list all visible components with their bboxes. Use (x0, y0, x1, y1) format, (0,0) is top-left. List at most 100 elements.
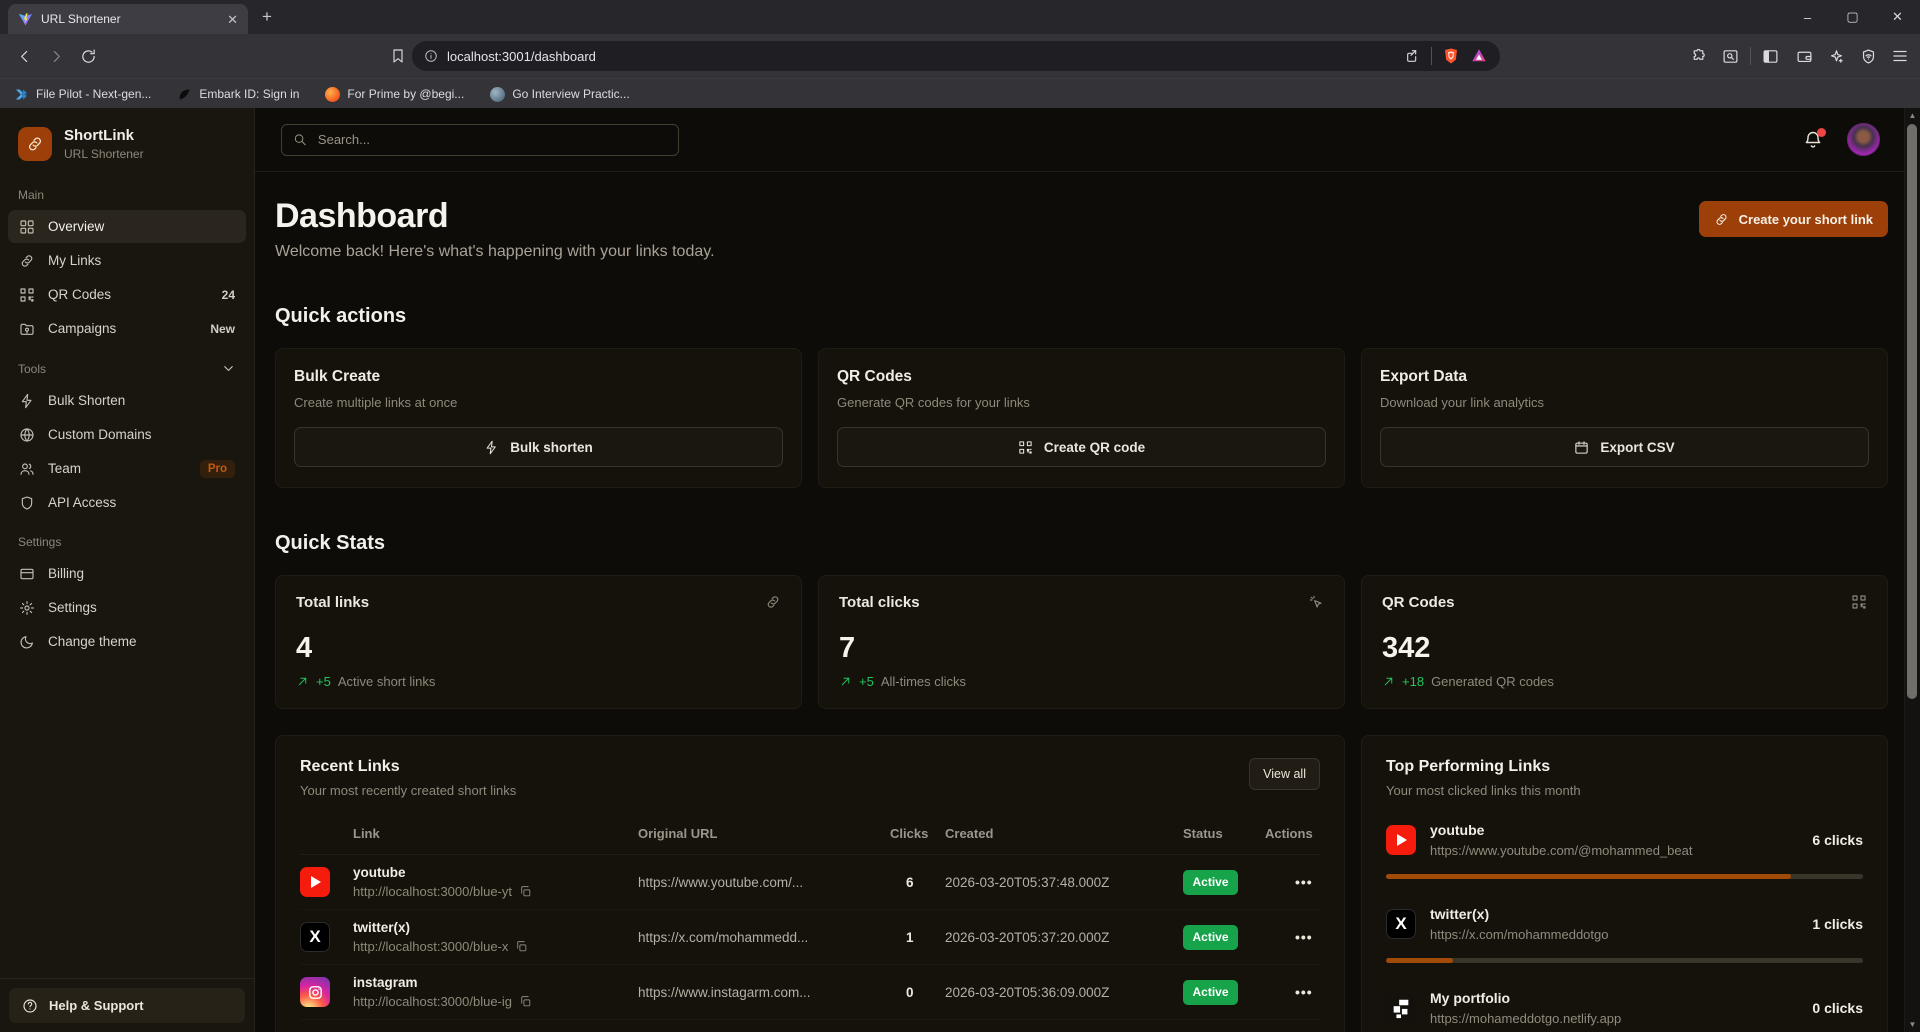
sidebar-item-billing[interactable]: Billing (8, 557, 246, 590)
card-title: Bulk Create (294, 368, 783, 386)
calendar-icon (1574, 440, 1589, 455)
card-title: Export Data (1380, 368, 1869, 386)
menu-icon[interactable] (1886, 42, 1914, 70)
sidebar-toggle-icon[interactable] (1756, 42, 1784, 70)
click-icon (1308, 594, 1324, 610)
view-all-button[interactable]: View all (1249, 758, 1320, 790)
copy-icon[interactable] (515, 940, 528, 953)
bookmark-icon[interactable] (384, 42, 412, 70)
link-icon (19, 253, 35, 269)
short-url[interactable]: http://localhost:3000/blue-x (353, 939, 508, 954)
bookmark-embark[interactable]: Embark ID: Sign in (177, 87, 299, 102)
link-name[interactable]: instagram (353, 975, 638, 990)
top-link-item[interactable]: youtube https://www.youtube.com/@mohamme… (1386, 822, 1863, 879)
vpn-shield-icon[interactable] (1854, 42, 1882, 70)
search-icon (293, 132, 307, 147)
reload-button[interactable] (74, 42, 102, 70)
trend-up-icon (839, 675, 852, 688)
card-description: Create multiple links at once (294, 395, 783, 410)
quick-actions-heading: Quick actions (275, 305, 1888, 328)
sidebar-item-settings[interactable]: Settings (8, 591, 246, 624)
bookmark-go-interview[interactable]: Go Interview Practic... (490, 87, 629, 102)
page-scrollbar[interactable]: ▲ ▼ (1904, 108, 1920, 1032)
scroll-up-arrow[interactable]: ▲ (1905, 111, 1920, 120)
scroll-down-arrow[interactable]: ▼ (1905, 1020, 1920, 1029)
link-name[interactable]: youtube (353, 865, 638, 880)
search-input[interactable] (316, 131, 667, 148)
row-actions-button[interactable]: ••• (1265, 874, 1320, 890)
stat-title: Total clicks (839, 594, 920, 611)
create-qr-code-button[interactable]: Create QR code (837, 427, 1326, 467)
chevron-down-icon[interactable] (221, 361, 236, 376)
share-icon[interactable] (1405, 48, 1421, 64)
bookmark-file-pilot[interactable]: File Pilot - Next-gen... (14, 87, 151, 102)
new-tab-button[interactable]: + (262, 7, 272, 27)
row-actions-button[interactable]: ••• (1265, 929, 1320, 945)
moon-icon (19, 634, 35, 650)
top-link-clicks: 0 clicks (1812, 1000, 1863, 1016)
quick-action-qr-codes: QR Codes Generate QR codes for your link… (818, 348, 1345, 488)
short-url[interactable]: http://localhost:3000/blue-yt (353, 884, 512, 899)
new-badge: New (210, 322, 235, 336)
copy-icon[interactable] (519, 885, 532, 898)
sidebar-item-change-theme[interactable]: Change theme (8, 625, 246, 658)
link-name[interactable]: twitter(x) (353, 920, 638, 935)
search-tabs-icon[interactable] (1716, 42, 1744, 70)
sidebar-item-campaigns[interactable]: Campaigns New (8, 312, 246, 345)
back-button[interactable] (10, 42, 38, 70)
clicks-count: 1 (890, 930, 945, 945)
export-csv-button[interactable]: Export CSV (1380, 427, 1869, 467)
brave-rewards-icon[interactable] (1470, 47, 1488, 65)
leo-ai-icon[interactable] (1822, 42, 1850, 70)
stat-value: 4 (296, 632, 781, 665)
top-link-item[interactable]: X twitter(x) https://x.com/mohammeddotgo… (1386, 906, 1863, 963)
go-interview-favicon (490, 87, 505, 102)
sidebar-footer: Help & Support (0, 978, 254, 1032)
top-link-clicks: 6 clicks (1812, 832, 1863, 848)
brave-shield-icon[interactable] (1442, 47, 1460, 65)
tab-close-icon[interactable]: ✕ (227, 13, 238, 26)
window-close-button[interactable]: ✕ (1875, 0, 1920, 34)
sidebar-item-api-access[interactable]: API Access (8, 486, 246, 519)
table-row: youtube http://localhost:3000/blue-yt ht… (300, 855, 1320, 910)
copy-icon[interactable] (519, 995, 532, 1008)
sidebar-item-custom-domains[interactable]: Custom Domains (8, 418, 246, 451)
sidebar-item-overview[interactable]: Overview (8, 210, 246, 243)
original-url[interactable]: https://www.instagarm.com... (638, 985, 890, 1000)
sidebar-item-team[interactable]: Team Pro (8, 452, 246, 485)
quick-action-bulk-create: Bulk Create Create multiple links at onc… (275, 348, 802, 488)
search-box[interactable] (281, 124, 679, 156)
extensions-icon[interactable] (1684, 42, 1712, 70)
original-url[interactable]: https://www.youtube.com/... (638, 875, 890, 890)
help-icon (22, 998, 38, 1014)
scrollbar-thumb[interactable] (1907, 124, 1917, 699)
help-support-button[interactable]: Help & Support (9, 988, 245, 1023)
notifications-button[interactable] (1803, 130, 1823, 150)
bulk-shorten-button[interactable]: Bulk shorten (294, 427, 783, 467)
window-maximize-button[interactable]: ▢ (1830, 0, 1875, 34)
original-url[interactable]: https://x.com/mohammedd... (638, 930, 890, 945)
avatar[interactable] (1847, 123, 1880, 156)
sidebar-item-bulk-shorten[interactable]: Bulk Shorten (8, 384, 246, 417)
stat-caption: All-times clicks (881, 674, 966, 689)
short-url[interactable]: http://localhost:3000/blue-ig (353, 994, 512, 1009)
wallet-icon[interactable] (1790, 42, 1818, 70)
forward-button[interactable] (42, 42, 70, 70)
bookmark-for-prime[interactable]: For Prime by @begi... (325, 87, 464, 102)
row-actions-button[interactable]: ••• (1265, 984, 1320, 1000)
sidebar-item-label: Overview (48, 219, 104, 234)
stat-total-links: Total links 4 +5 Active short links (275, 575, 802, 709)
top-link-item[interactable]: My portfolio https://mohameddotgo.netlif… (1386, 990, 1863, 1032)
status-badge: Active (1183, 925, 1238, 950)
site-info-icon[interactable] (424, 49, 438, 63)
url-bar[interactable]: localhost:3001/dashboard (412, 41, 1500, 71)
window-minimize-button[interactable]: – (1785, 0, 1830, 34)
sidebar-item-my-links[interactable]: My Links (8, 244, 246, 277)
main-area: Dashboard Welcome back! Here's what's ha… (255, 108, 1920, 1032)
browser-tab[interactable]: URL Shortener ✕ (8, 4, 248, 34)
urlbar-separator (1431, 47, 1432, 65)
stat-caption: Generated QR codes (1431, 674, 1554, 689)
sidebar-item-qr-codes[interactable]: QR Codes 24 (8, 278, 246, 311)
url-text[interactable]: localhost:3001/dashboard (447, 49, 1396, 64)
create-short-link-button[interactable]: Create your short link (1699, 201, 1888, 237)
